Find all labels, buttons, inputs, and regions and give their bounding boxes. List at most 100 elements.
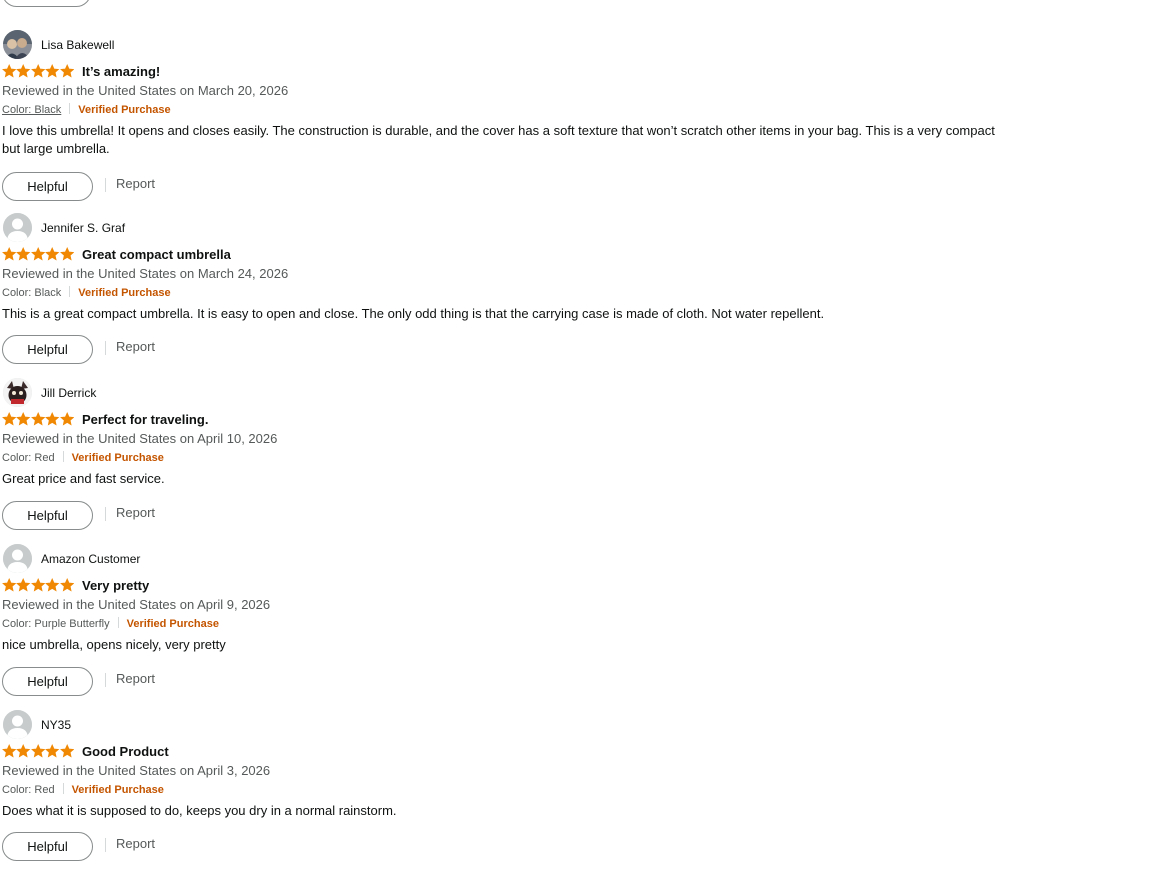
star-rating[interactable] bbox=[2, 744, 74, 760]
review-actions: Helpful Report bbox=[2, 501, 1032, 532]
helpful-button[interactable]: Helpful bbox=[2, 832, 93, 861]
review-item: Lisa Bakewell It’s amazing! Reviewed in … bbox=[2, 30, 1032, 203]
star-icon bbox=[45, 578, 60, 592]
report-link[interactable]: Report bbox=[116, 505, 155, 520]
star-icon bbox=[2, 578, 17, 592]
review-date: Reviewed in the United States on March 2… bbox=[2, 266, 289, 281]
verified-purchase-badge: Verified Purchase bbox=[78, 104, 171, 116]
star-rating[interactable] bbox=[2, 578, 74, 594]
star-icon bbox=[2, 412, 17, 426]
divider bbox=[117, 617, 119, 628]
star-icon bbox=[59, 247, 74, 261]
default-user-icon bbox=[3, 544, 32, 573]
star-icon bbox=[16, 64, 31, 78]
divider bbox=[69, 286, 71, 297]
star-rating[interactable] bbox=[2, 412, 74, 428]
review-date: Reviewed in the United States on April 9… bbox=[2, 597, 271, 612]
star-icon bbox=[16, 744, 31, 758]
star-icon bbox=[30, 64, 46, 78]
helpful-button[interactable]: Helpful bbox=[2, 335, 93, 364]
divider bbox=[105, 341, 106, 355]
star-icon bbox=[2, 247, 17, 261]
color-variant: Color: Red bbox=[2, 452, 55, 464]
color-variant-link[interactable]: Color: Black bbox=[2, 101, 61, 119]
star-icon bbox=[59, 578, 74, 592]
star-icon bbox=[2, 64, 17, 78]
default-user-icon bbox=[3, 213, 32, 242]
divider bbox=[62, 451, 64, 462]
report-link[interactable]: Report bbox=[116, 176, 155, 191]
star-icon bbox=[59, 64, 74, 78]
star-icon bbox=[30, 744, 46, 758]
star-icon bbox=[30, 412, 46, 426]
star-icon bbox=[16, 412, 31, 426]
review-date: Reviewed in the United States on March 2… bbox=[2, 83, 289, 98]
reviewer-name: Lisa Bakewell bbox=[41, 38, 115, 52]
reviewer-profile[interactable]: Lisa Bakewell bbox=[2, 30, 1032, 60]
reviewer-profile[interactable]: NY35 bbox=[2, 710, 1032, 740]
review-format: Color: Red Verified Purchase bbox=[2, 449, 1032, 467]
reviewer-name: Amazon Customer bbox=[41, 552, 141, 566]
star-icon bbox=[45, 412, 60, 426]
review-item: NY35 Good Product Reviewed in the United… bbox=[2, 710, 1032, 863]
divider bbox=[105, 838, 106, 852]
report-link[interactable]: Report bbox=[116, 671, 155, 686]
photo-avatar-icon bbox=[3, 30, 32, 59]
star-rating[interactable] bbox=[2, 64, 74, 80]
reviewer-name: Jill Derrick bbox=[41, 386, 97, 400]
review-title[interactable]: Great compact umbrella bbox=[82, 247, 231, 262]
review-title[interactable]: Very pretty bbox=[82, 578, 149, 593]
review-format: Color: Red Verified Purchase bbox=[2, 781, 1032, 799]
star-icon bbox=[45, 744, 60, 758]
report-link[interactable]: Report bbox=[116, 836, 155, 851]
review-format: Color: Black Verified Purchase bbox=[2, 284, 1032, 302]
review-body: Does what it is supposed to do, keeps yo… bbox=[2, 803, 397, 818]
review-title[interactable]: It’s amazing! bbox=[82, 64, 160, 79]
review-actions: Helpful Report bbox=[2, 667, 1032, 698]
color-variant: Color: Purple Butterfly bbox=[2, 618, 110, 630]
review-actions: Helpful Report bbox=[2, 172, 1032, 203]
star-icon bbox=[2, 744, 17, 758]
divider bbox=[105, 673, 106, 687]
review-date: Reviewed in the United States on April 3… bbox=[2, 763, 271, 778]
review-body: This is a great compact umbrella. It is … bbox=[2, 306, 825, 321]
review-format: Color: Black Verified Purchase bbox=[2, 101, 1032, 119]
photo-avatar-icon bbox=[3, 378, 32, 407]
color-variant: Color: Black bbox=[2, 287, 62, 299]
helpful-button[interactable]: Helpful bbox=[2, 172, 93, 201]
verified-purchase-badge: Verified Purchase bbox=[126, 618, 219, 630]
star-icon bbox=[59, 412, 74, 426]
review-item: Amazon Customer Very pretty Reviewed in … bbox=[2, 544, 1032, 698]
divider bbox=[105, 178, 106, 192]
star-icon bbox=[59, 744, 74, 758]
review-title[interactable]: Perfect for traveling. bbox=[82, 412, 208, 427]
star-icon bbox=[16, 247, 31, 261]
helpful-button[interactable]: Helpful bbox=[2, 501, 93, 530]
review-title[interactable]: Good Product bbox=[82, 744, 169, 759]
review-date: Reviewed in the United States on April 1… bbox=[2, 431, 278, 446]
verified-purchase-badge: Verified Purchase bbox=[78, 287, 171, 299]
reviewer-profile[interactable]: Amazon Customer bbox=[2, 544, 1032, 574]
review-item: Jill Derrick Perfect for traveling. Revi… bbox=[2, 378, 1032, 532]
star-icon bbox=[16, 578, 31, 592]
review-actions: Helpful Report bbox=[2, 335, 1032, 366]
verified-purchase-badge: Verified Purchase bbox=[71, 784, 164, 796]
star-icon bbox=[45, 64, 60, 78]
previous-helpful-button[interactable] bbox=[2, 0, 91, 7]
review-actions: Helpful Report bbox=[2, 832, 1032, 863]
divider bbox=[62, 783, 64, 794]
review-format: Color: Purple Butterfly Verified Purchase bbox=[2, 615, 1032, 633]
reviewer-profile[interactable]: Jennifer S. Graf bbox=[2, 213, 1032, 243]
star-rating[interactable] bbox=[2, 247, 74, 263]
color-variant: Color: Red bbox=[2, 784, 55, 796]
review-item: Jennifer S. Graf Great compact umbrella … bbox=[2, 213, 1032, 366]
divider bbox=[69, 103, 71, 114]
helpful-button[interactable]: Helpful bbox=[2, 667, 93, 696]
report-link[interactable]: Report bbox=[116, 339, 155, 354]
reviewer-profile[interactable]: Jill Derrick bbox=[2, 378, 1032, 408]
review-body: I love this umbrella! It opens and close… bbox=[2, 123, 995, 156]
review-body: nice umbrella, opens nicely, very pretty bbox=[2, 637, 226, 652]
verified-purchase-badge: Verified Purchase bbox=[71, 452, 164, 464]
star-icon bbox=[45, 247, 60, 261]
reviewer-name: Jennifer S. Graf bbox=[41, 221, 126, 235]
